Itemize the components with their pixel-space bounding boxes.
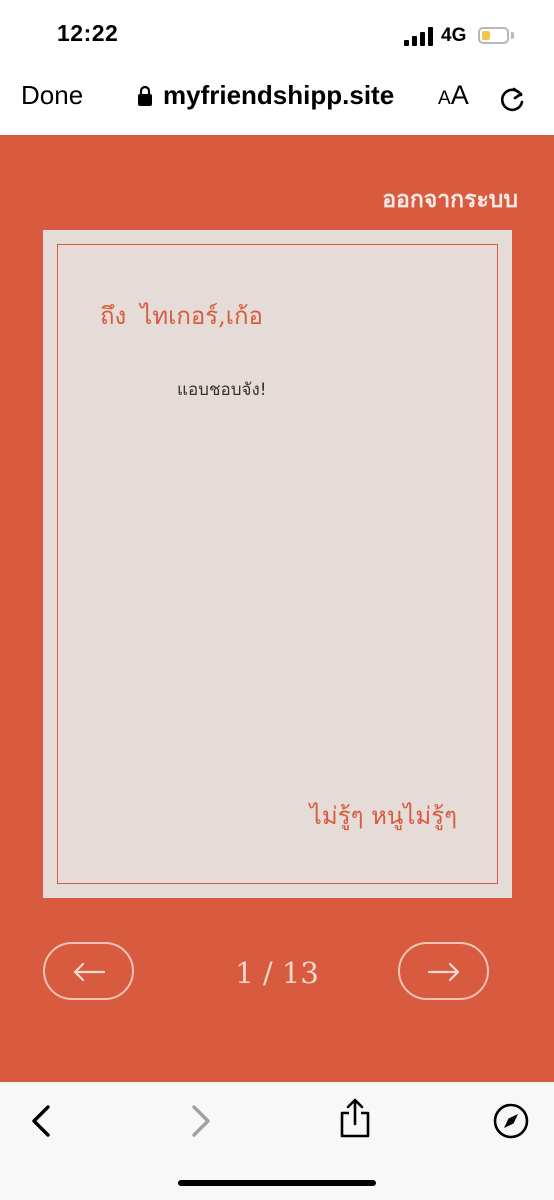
home-indicator bbox=[178, 1180, 376, 1186]
letter-card: ถึง ไทเกอร์,เก้อ แอบชอบจัง! ไม่รู้ๆ หนูไม… bbox=[43, 230, 512, 898]
battery-level bbox=[482, 31, 490, 40]
done-button[interactable]: Done bbox=[21, 80, 83, 111]
browser-bar: Done myfriendshipp.site AA bbox=[0, 70, 554, 135]
letter-recipient: ไทเกอร์,เก้อ bbox=[140, 302, 263, 330]
battery-icon bbox=[478, 27, 509, 44]
compass-icon[interactable] bbox=[492, 1102, 530, 1140]
url-address[interactable]: myfriendshipp.site bbox=[163, 80, 394, 111]
pagination: 1 / 13 bbox=[0, 942, 554, 1004]
web-page: ออกจากระบบ ถึง ไทเกอร์,เก้อ แอบชอบจัง! ไม… bbox=[0, 135, 554, 1082]
status-bar: 12:22 4G bbox=[0, 0, 554, 70]
lock-icon bbox=[138, 85, 152, 106]
arrow-right-icon bbox=[427, 962, 460, 982]
back-chevron-icon[interactable] bbox=[30, 1104, 52, 1138]
next-page-button[interactable] bbox=[398, 942, 489, 1000]
text-size-button[interactable]: AA bbox=[438, 80, 469, 111]
letter-border bbox=[57, 244, 498, 884]
battery-tip bbox=[511, 32, 514, 39]
reload-icon[interactable] bbox=[498, 83, 528, 113]
share-icon[interactable] bbox=[338, 1097, 372, 1139]
letter-greeting: ถึง ไทเกอร์,เก้อ bbox=[100, 296, 263, 335]
letter-body: แอบชอบจัง! bbox=[177, 380, 267, 400]
logout-link[interactable]: ออกจากระบบ bbox=[382, 182, 518, 218]
screen: 12:22 4G Done myfriendshipp.site AA ออกจ… bbox=[0, 0, 554, 1200]
network-type: 4G bbox=[441, 25, 467, 46]
status-time: 12:22 bbox=[57, 20, 119, 46]
text-size-large-label: A bbox=[450, 80, 469, 110]
letter-signature: ไม่รู้ๆ หนูไม่รู้ๆ bbox=[309, 802, 457, 830]
browser-toolbar bbox=[0, 1082, 554, 1200]
forward-chevron-icon[interactable] bbox=[190, 1104, 212, 1138]
text-size-small-label: A bbox=[438, 88, 451, 109]
letter-to-prefix: ถึง bbox=[100, 302, 127, 330]
cellular-signal-icon bbox=[404, 27, 434, 46]
